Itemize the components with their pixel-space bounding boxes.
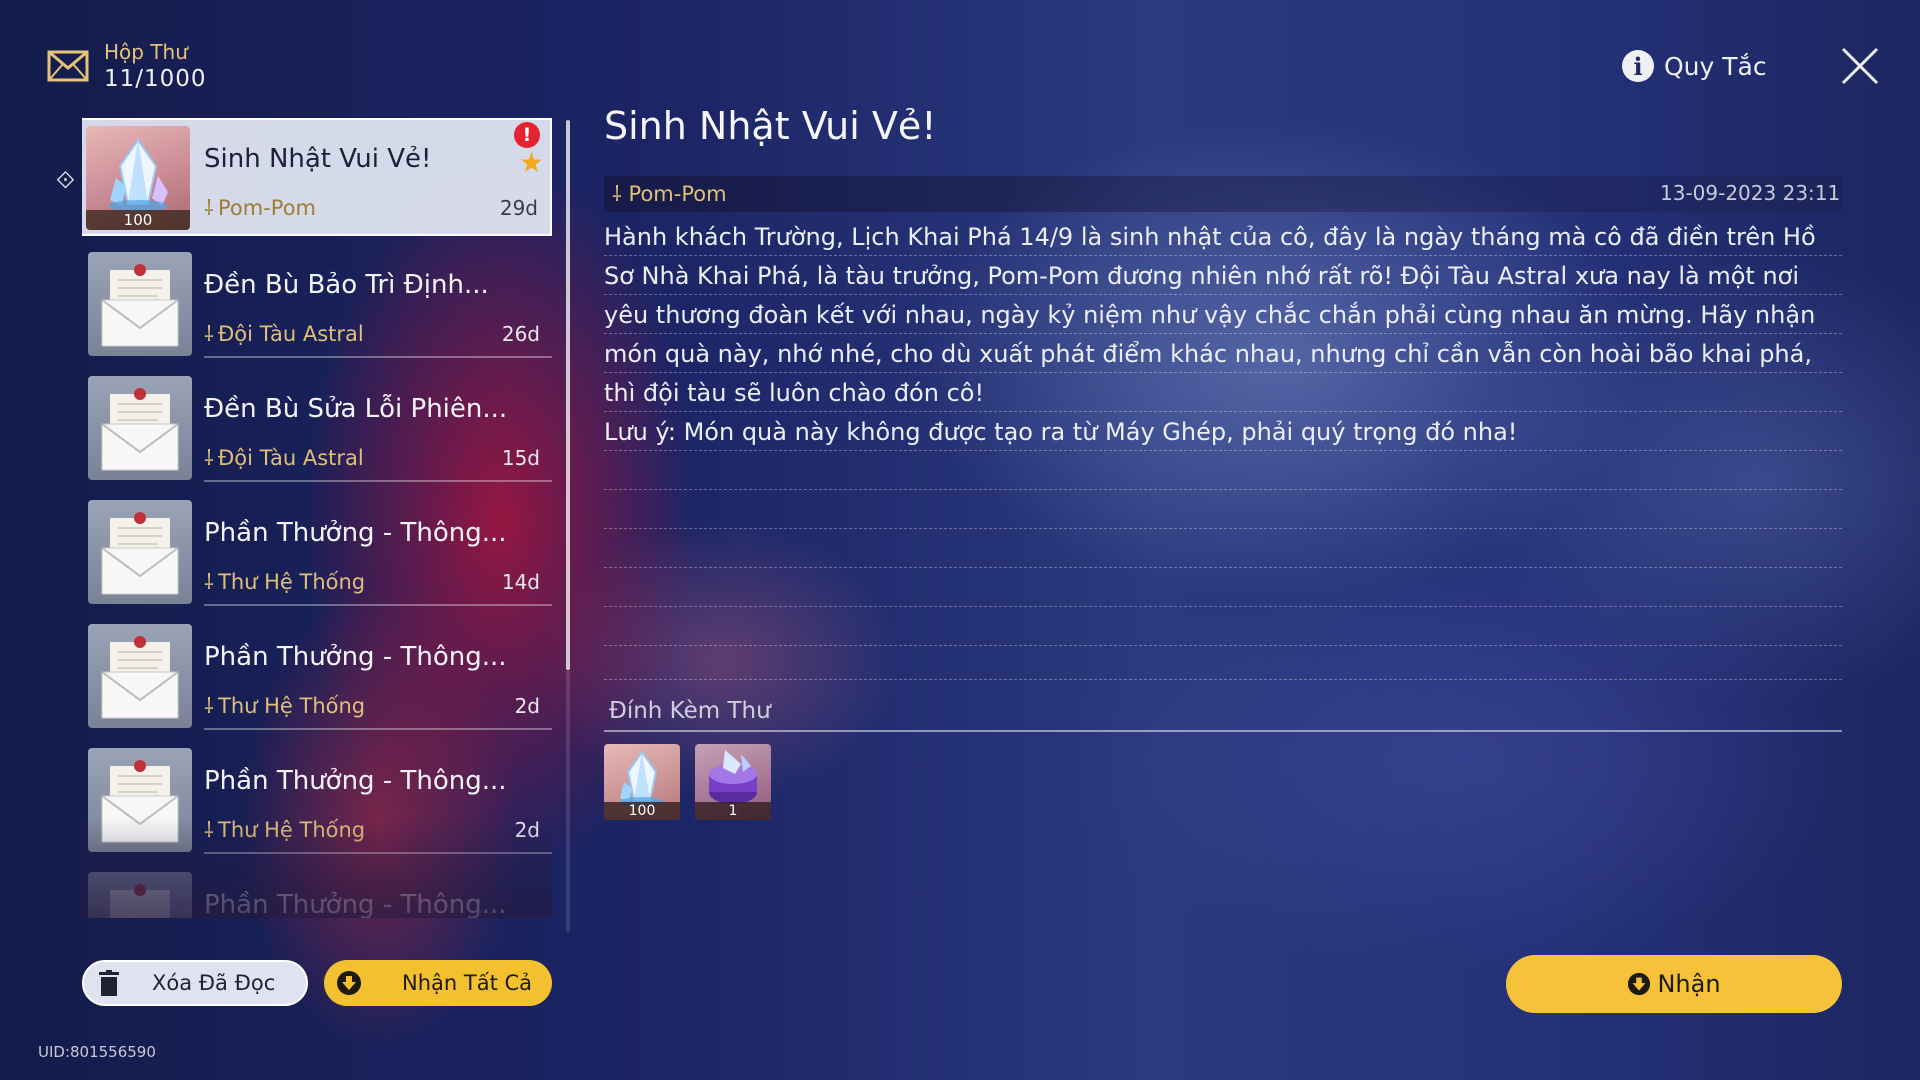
rules-label: Quy Tắc [1664, 51, 1767, 81]
mail-title: Đền Bù Bảo Trì Định... [204, 270, 489, 300]
mail-envelope-icon [47, 50, 89, 82]
key-icon: ⸸ [204, 446, 214, 470]
mail-detail-date: 13-09-2023 23:11 [1660, 181, 1841, 205]
mail-title: Phần Thưởng - Thông... [204, 518, 507, 548]
letter-envelope-icon [101, 636, 179, 719]
mail-detail-title: Sinh Nhật Vui Vẻ! [604, 104, 937, 148]
divider [204, 480, 552, 482]
attachment-item[interactable]: 1 [695, 744, 771, 820]
letter-envelope-icon [110, 884, 170, 918]
letter-envelope-icon [101, 760, 179, 843]
mail-sender: ⸸ Pom-Pom [204, 196, 317, 220]
mail-sender: ⸸ Thư Hệ Thống [204, 694, 366, 718]
crystal-gift-thumbnail: 100 [86, 126, 190, 230]
mail-sender: ⸸ Đội Tàu Astral [204, 446, 364, 470]
text-rule [604, 567, 1842, 568]
mail-age: 2d [514, 694, 540, 718]
envelope-thumbnail [88, 872, 192, 918]
alert-badge: ! [514, 122, 540, 148]
text-rule [604, 679, 1842, 680]
mail-age: 14d [501, 570, 540, 594]
mail-age: 29d [499, 196, 538, 220]
text-rule [604, 528, 1842, 529]
divider [204, 356, 552, 358]
divider [204, 604, 552, 606]
selection-pointer-icon: ⟐ [56, 166, 75, 194]
letter-envelope-icon [101, 388, 179, 471]
mail-title: Phần Thưởng - Thông... [204, 642, 507, 672]
mail-title: Phần Thưởng - Thông... [204, 890, 507, 918]
mail-detail-sender: ⸸ Pom-Pom [612, 182, 727, 206]
mail-detail-header-bar [604, 176, 1842, 212]
key-icon: ⸸ [204, 196, 214, 220]
text-rule [604, 645, 1842, 646]
star-icon: ★ [518, 146, 544, 179]
download-arrow-icon [337, 971, 361, 995]
mail-sender: ⸸ Thư Hệ Thống [204, 818, 366, 842]
letter-envelope-icon [101, 512, 179, 595]
envelope-thumbnail [88, 500, 192, 604]
mail-body-text: Hành khách Trường, Lịch Khai Phá 14/9 là… [604, 223, 1816, 407]
envelope-thumbnail [88, 376, 192, 480]
mail-age: 2d [514, 818, 540, 842]
mail-title: Đền Bù Sửa Lỗi Phiên... [204, 394, 508, 424]
mail-list: 100 Sinh Nhật Vui Vẻ! ⸸ Pom-Pom 29d ! ★ Đ… [82, 118, 552, 918]
attachment-count: 1 [695, 802, 771, 820]
mail-title: Sinh Nhật Vui Vẻ! [204, 144, 432, 174]
mail-list-item[interactable]: Đền Bù Sửa Lỗi Phiên... ⸸ Đội Tàu Astral … [82, 366, 552, 484]
claim-label: Nhận [1657, 970, 1721, 998]
download-arrow-icon [1628, 972, 1651, 996]
scrollbar-track[interactable] [566, 670, 570, 932]
claim-button[interactable]: Nhận [1506, 955, 1842, 1013]
text-rule [604, 606, 1842, 607]
mail-sender: ⸸ Đội Tàu Astral [204, 322, 364, 346]
mail-title: Phần Thưởng - Thông... [204, 766, 507, 796]
mail-age: 26d [501, 322, 540, 346]
key-icon: ⸸ [204, 694, 214, 718]
attachments-label: Đính Kèm Thư [609, 698, 771, 724]
mail-sender: ⸸ Thư Hệ Thống [204, 570, 366, 594]
divider [204, 852, 552, 854]
close-icon[interactable] [1840, 46, 1880, 86]
mailbox-count: 11/1000 [104, 66, 207, 92]
user-id: UID:801556590 [38, 1043, 156, 1061]
attachments-divider [604, 730, 1842, 732]
mail-note-text: Lưu ý: Món quà này không được tạo ra từ … [604, 418, 1518, 446]
mailbox-title: Hộp Thư [104, 40, 188, 64]
mail-list-item[interactable]: Phần Thưởng - Thông... ⸸ Thư Hệ Thống 2d [82, 738, 552, 856]
attachment-count: 100 [604, 802, 680, 820]
mail-list-item-selected[interactable]: 100 Sinh Nhật Vui Vẻ! ⸸ Pom-Pom 29d ! ★ [82, 118, 552, 236]
key-icon: ⸸ [204, 818, 214, 842]
key-icon: ⸸ [204, 322, 214, 346]
mail-list-item[interactable]: Phần Thưởng - Thông... ⸸ Thư Hệ Thống 2d [82, 614, 552, 732]
text-rule [604, 489, 1842, 490]
mail-list-item[interactable]: Đền Bù Bảo Trì Định... ⸸ Đội Tàu Astral 2… [82, 242, 552, 360]
delete-read-label: Xóa Đã Đọc [152, 971, 276, 995]
trash-icon [99, 970, 119, 996]
letter-envelope-icon [101, 264, 179, 347]
delete-read-button[interactable]: Xóa Đã Đọc [82, 960, 308, 1006]
thumbnail-count: 100 [86, 210, 190, 230]
rules-button[interactable]: i Quy Tắc [1622, 48, 1767, 84]
mail-detail-body: Hành khách Trường, Lịch Khai Phá 14/9 là… [604, 218, 1842, 452]
divider [204, 728, 552, 730]
scrollbar-thumb[interactable] [566, 120, 570, 670]
info-icon: i [1622, 50, 1654, 82]
envelope-thumbnail [88, 748, 192, 852]
claim-all-button[interactable]: Nhận Tất Cả [324, 960, 552, 1006]
key-icon: ⸸ [204, 570, 214, 594]
mail-list-item[interactable]: Phần Thưởng - Thông... ⸸ Thư Hệ Thống 14d [82, 490, 552, 608]
claim-all-label: Nhận Tất Cả [402, 971, 533, 995]
key-icon: ⸸ [612, 182, 629, 206]
mail-list-item[interactable]: Phần Thưởng - Thông... [82, 862, 552, 918]
envelope-thumbnail [88, 252, 192, 356]
attachment-item[interactable]: 100 [604, 744, 680, 820]
mail-age: 15d [501, 446, 540, 470]
envelope-thumbnail [88, 624, 192, 728]
